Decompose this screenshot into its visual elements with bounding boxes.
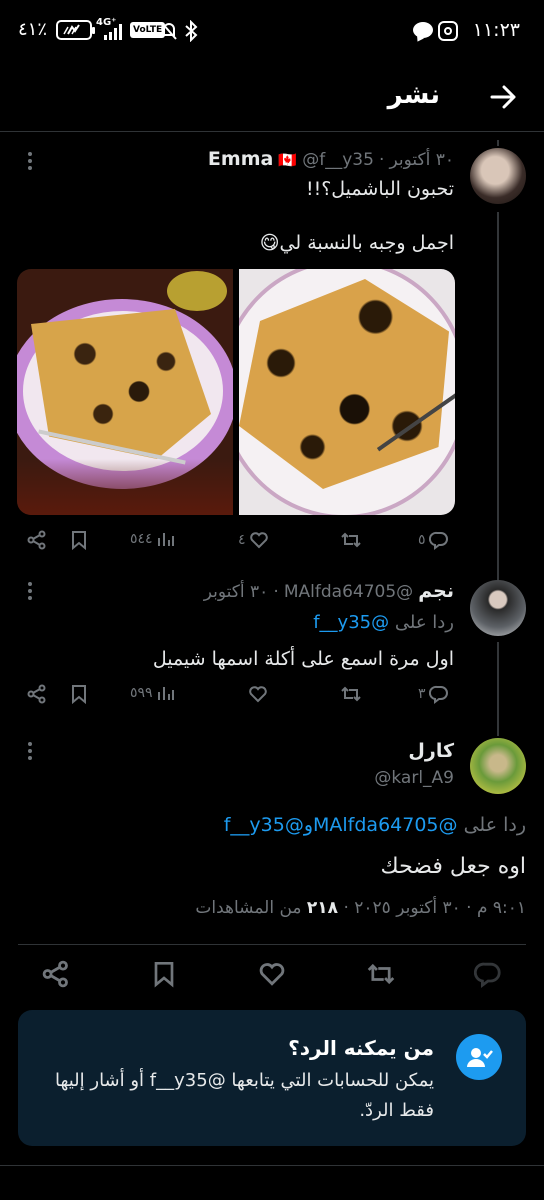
reply-icon — [428, 685, 448, 704]
tweet-date: ٣٠ أكتوبر — [203, 582, 269, 602]
retweet-icon — [341, 686, 361, 702]
views-icon — [157, 533, 174, 546]
reply-context: ردا على @f__y35 — [34, 612, 454, 633]
author-handle[interactable]: @f__y35 — [302, 150, 374, 170]
reply-button[interactable]: ٥ — [418, 530, 449, 550]
view-count: ٥٤٤ — [130, 531, 153, 547]
reply-to-mention[interactable]: @f__y35 — [313, 612, 389, 633]
views-button[interactable]: ٥٩٩ — [130, 684, 174, 702]
reply-context: ردا على @MAlfda64705و@f__y35 — [26, 814, 526, 836]
divider — [18, 944, 526, 945]
avatar[interactable] — [470, 738, 526, 794]
food-photo-right[interactable] — [239, 269, 455, 515]
bookmark-button[interactable] — [152, 960, 176, 988]
reply-icon — [428, 531, 448, 550]
retweet-icon — [367, 963, 395, 985]
share-icon — [42, 960, 68, 988]
views-button[interactable]: ٥٤٤ — [130, 530, 174, 548]
signal-icon — [104, 24, 126, 40]
share-icon — [27, 530, 46, 550]
view-count: ٥٩٩ — [130, 685, 153, 701]
tweet-media[interactable] — [17, 269, 455, 515]
share-icon — [27, 684, 46, 704]
focused-tweet: كارل @karl_A9 ردا على @MAlfda64705و@f__y… — [0, 730, 544, 950]
instagram-icon — [438, 21, 458, 41]
tweet[interactable]: نجم @MAlfda64705 · ٣٠ أكتوبر ردا على @f_… — [0, 570, 544, 720]
tweet-author-line: نجم @MAlfda64705 · ٣٠ أكتوبر — [203, 580, 454, 602]
bookmark-icon — [72, 685, 86, 704]
battery-icon — [56, 20, 95, 40]
author-name[interactable]: كارل — [154, 740, 454, 762]
reply-prefix: ردا على — [463, 814, 526, 836]
retweet-button[interactable] — [340, 530, 362, 550]
more-options-icon[interactable] — [28, 582, 32, 603]
more-options-icon[interactable] — [28, 742, 32, 763]
reply-count: ٣ — [418, 686, 426, 702]
more-options-icon[interactable] — [28, 152, 32, 173]
reply-icon — [474, 962, 501, 988]
avatar[interactable] — [470, 148, 526, 204]
user-check-icon — [456, 1034, 502, 1080]
heart-icon — [249, 532, 268, 549]
tweet-text: اول مرة اسمع على أكلة اسمها شيميل — [152, 648, 454, 670]
tweet[interactable]: Emma 🇨🇦 @f__y35 · ٣٠ أكتوبر تحبون الباشم… — [0, 140, 544, 560]
retweet-button[interactable] — [366, 960, 396, 988]
reply-to-mention[interactable]: @MAlfda64705 — [313, 814, 458, 836]
tweet-actions: ٣ ٥٩٩ — [0, 682, 544, 708]
reply-to-mention[interactable]: @f__y35 — [224, 814, 304, 836]
views-label: من المشاهدات — [195, 898, 302, 918]
like-count: ٤ — [238, 532, 246, 548]
battery-percent: ٤١٪ — [18, 19, 48, 40]
share-button[interactable] — [27, 684, 47, 704]
back-arrow-icon[interactable] — [488, 82, 518, 112]
tweet-timestamp: ٩:٠١ م · ٣٠ أكتوبر ٢٠٢٥ · — [338, 898, 526, 918]
tweet-date: ٣٠ أكتوبر — [389, 150, 454, 170]
reply-count: ٥ — [418, 532, 426, 548]
reply-button[interactable]: ٣ — [418, 684, 449, 704]
tweet-author-line: Emma 🇨🇦 @f__y35 · ٣٠ أكتوبر — [207, 148, 454, 170]
who-can-reply-text: يمكن للحسابات التي يتابعها @f__y35 أو أش… — [54, 1070, 434, 1121]
tweet-text-line: تحبون الباشميل؟!! — [305, 178, 454, 200]
author-handle[interactable]: @MAlfda64705 — [284, 582, 413, 602]
top-app-bar: نشر — [0, 62, 544, 132]
reply-composer-bar[interactable] — [0, 1165, 544, 1200]
bookmark-button[interactable] — [70, 684, 88, 704]
bookmark-button[interactable] — [70, 530, 88, 550]
status-bar: ٤١٪ 4G⁺ VoLTE ١١:٢٣ — [0, 0, 544, 62]
views-icon — [157, 687, 174, 700]
reply-button[interactable] — [474, 960, 502, 988]
retweet-button[interactable] — [340, 684, 362, 704]
avatar[interactable] — [470, 580, 526, 636]
tweet-text: اوه جعل فضحك — [380, 854, 526, 879]
bluetooth-icon — [184, 20, 198, 42]
share-button[interactable] — [42, 960, 70, 988]
reply-prefix: ردا على — [394, 612, 454, 633]
author-handle[interactable]: @karl_A9 — [154, 768, 454, 788]
view-count: ٢١٨ — [306, 898, 339, 918]
reply-joiner: و — [303, 814, 314, 836]
page-title: نشر — [387, 80, 440, 110]
chat-notification-icon — [413, 22, 433, 38]
author-name[interactable]: نجم — [418, 580, 454, 602]
author-name[interactable]: Emma — [208, 148, 273, 170]
share-button[interactable] — [27, 530, 47, 550]
heart-icon — [249, 686, 267, 703]
heart-icon — [259, 963, 285, 986]
tweet-text-line: اجمل وجبه بالنسبة لي😋 — [259, 232, 454, 254]
clock: ١١:٢٣ — [472, 19, 520, 41]
bookmark-icon — [154, 962, 174, 988]
like-button[interactable]: ٤ — [238, 530, 269, 550]
who-can-reply-title: من يمكنه الرد؟ — [288, 1036, 434, 1060]
like-button[interactable] — [258, 960, 286, 988]
tweet-actions: ٥ ٤ ٥٤٤ — [0, 528, 544, 554]
food-photo-left[interactable] — [17, 269, 233, 515]
flag-emoji: 🇨🇦 — [278, 151, 298, 169]
like-button[interactable] — [248, 684, 268, 704]
focused-tweet-actions — [0, 958, 544, 992]
tweet-timestamp-line: ٩:٠١ م · ٣٠ أكتوبر ٢٠٢٥ · ٢١٨ من المشاهد… — [26, 898, 526, 918]
bookmark-icon — [72, 531, 86, 550]
retweet-icon — [341, 532, 361, 548]
mute-bell-icon — [160, 21, 178, 41]
who-can-reply-box: من يمكنه الرد؟ يمكن للحسابات التي يتابعه… — [18, 1010, 526, 1146]
